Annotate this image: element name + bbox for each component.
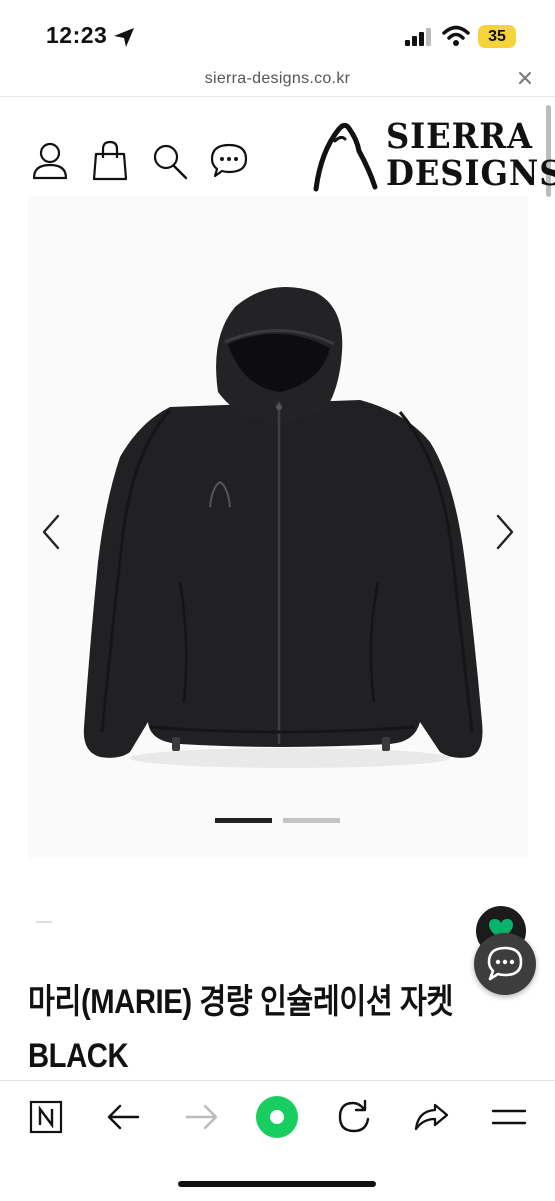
location-arrow-icon xyxy=(114,28,134,47)
forward-arrow-icon[interactable] xyxy=(181,1097,221,1137)
carousel-prev-arrow-icon[interactable] xyxy=(38,512,64,552)
product-color: BLACK xyxy=(28,1037,129,1075)
search-icon[interactable] xyxy=(150,140,190,182)
status-time: 12:23 xyxy=(46,22,108,48)
chat-bubble-icon[interactable] xyxy=(209,140,249,182)
menu-icon[interactable] xyxy=(489,1097,529,1137)
naver-n-icon[interactable] xyxy=(26,1097,66,1137)
carousel-dot-active[interactable] xyxy=(215,818,272,823)
logo-mark[interactable] xyxy=(311,121,381,193)
home-indicator xyxy=(178,1181,376,1187)
carousel-dot[interactable] xyxy=(283,818,340,823)
back-arrow-icon[interactable] xyxy=(104,1097,144,1137)
user-icon[interactable] xyxy=(30,140,70,182)
home-green-icon[interactable] xyxy=(255,1095,299,1139)
product-title: 마리(MARIE) 경량 인슐레이션 자켓 xyxy=(28,983,453,1021)
url-text[interactable]: sierra-designs.co.kr xyxy=(0,70,555,88)
close-icon[interactable] xyxy=(518,71,532,85)
carousel-next-arrow-icon[interactable] xyxy=(492,512,518,552)
divider xyxy=(36,921,52,923)
refresh-icon[interactable] xyxy=(334,1097,374,1137)
battery-indicator: 35 xyxy=(478,25,516,48)
signal-icon xyxy=(405,28,431,46)
logo-text[interactable]: SIERRA DESIGNS xyxy=(386,118,555,192)
black-hooded-jacket-image xyxy=(83,287,483,768)
share-icon[interactable] xyxy=(411,1097,451,1137)
wifi-icon xyxy=(442,25,470,46)
shopping-bag-icon[interactable] xyxy=(90,140,130,182)
chat-icon xyxy=(487,946,523,981)
logo-line-2: DESIGNS xyxy=(386,153,555,194)
logo-line-1: SIERRA xyxy=(386,116,533,157)
